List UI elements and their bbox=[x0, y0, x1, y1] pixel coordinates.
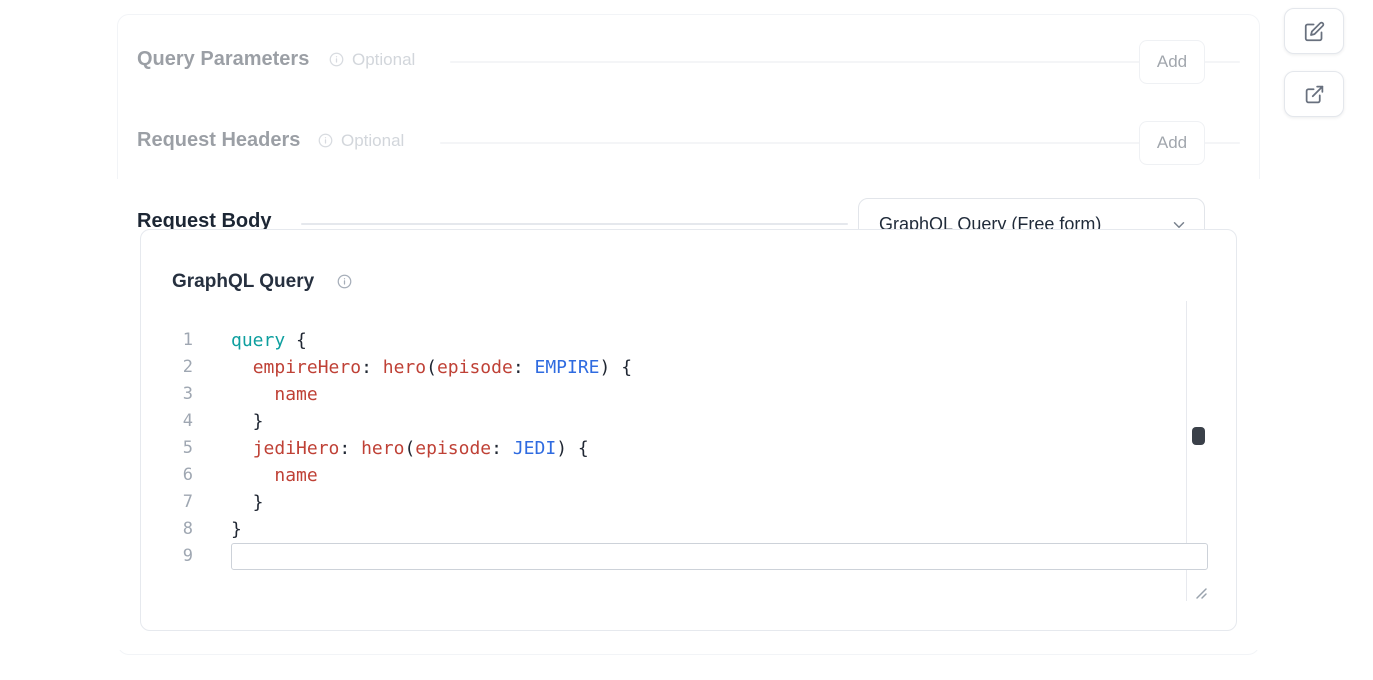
code-token: hero bbox=[383, 357, 426, 378]
line-number: 7 bbox=[149, 489, 193, 516]
code-token: query bbox=[231, 330, 285, 351]
code-token bbox=[231, 384, 274, 405]
code-line-1[interactable]: query { bbox=[231, 327, 1208, 354]
line-number: 8 bbox=[149, 516, 193, 543]
request-body-section: Request Body GraphQL Query (Free form) G… bbox=[117, 179, 1261, 650]
code-line-5[interactable]: jediHero: hero(episode: JEDI) { bbox=[231, 435, 1208, 462]
line-number: 9 bbox=[149, 543, 193, 570]
line-number: 5 bbox=[149, 435, 193, 462]
code-token: episode bbox=[437, 357, 513, 378]
code-token bbox=[231, 438, 253, 459]
line-number: 3 bbox=[149, 381, 193, 408]
code-token: : bbox=[513, 357, 535, 378]
code-token: JEDI bbox=[513, 438, 556, 459]
code-token: : bbox=[491, 438, 513, 459]
code-token: EMPIRE bbox=[535, 357, 600, 378]
code-line-7[interactable]: } bbox=[231, 489, 1208, 516]
code-token: : bbox=[361, 357, 383, 378]
code-line-3[interactable]: name bbox=[231, 381, 1208, 408]
code-token: empireHero bbox=[253, 357, 361, 378]
line-number: 4 bbox=[149, 408, 193, 435]
code-token: hero bbox=[361, 438, 404, 459]
divider bbox=[301, 223, 848, 225]
pencil-square-icon bbox=[1304, 21, 1325, 42]
code-token: } bbox=[231, 519, 242, 540]
code-token: episode bbox=[415, 438, 491, 459]
code-token: } bbox=[231, 492, 264, 513]
code-line-9[interactable] bbox=[231, 543, 1208, 570]
graphql-editor-card: GraphQL Query 123456789 query { empireHe… bbox=[140, 229, 1237, 631]
code-token: name bbox=[274, 384, 317, 405]
code-token: ( bbox=[426, 357, 437, 378]
code-line-6[interactable]: name bbox=[231, 462, 1208, 489]
code-token: name bbox=[274, 465, 317, 486]
edit-button[interactable] bbox=[1284, 8, 1344, 54]
code-line-8[interactable]: } bbox=[231, 516, 1208, 543]
code-token: ) { bbox=[600, 357, 633, 378]
code-token: } bbox=[231, 411, 264, 432]
resize-handle[interactable] bbox=[1193, 585, 1209, 601]
code-token: ( bbox=[404, 438, 415, 459]
line-numbers: 123456789 bbox=[149, 327, 193, 570]
code-token bbox=[231, 357, 253, 378]
external-link-icon bbox=[1304, 84, 1325, 105]
code-token: jediHero bbox=[253, 438, 340, 459]
info-icon bbox=[337, 274, 352, 289]
line-number: 2 bbox=[149, 354, 193, 381]
line-number: 1 bbox=[149, 327, 193, 354]
code-lines[interactable]: query { empireHero: hero(episode: EMPIRE… bbox=[231, 327, 1208, 570]
graphql-query-label: GraphQL Query bbox=[172, 270, 314, 293]
code-token: { bbox=[285, 330, 307, 351]
code-token: : bbox=[339, 438, 361, 459]
code-token bbox=[231, 465, 274, 486]
code-line-2[interactable]: empireHero: hero(episode: EMPIRE) { bbox=[231, 354, 1208, 381]
line-number: 6 bbox=[149, 462, 193, 489]
open-external-button[interactable] bbox=[1284, 71, 1344, 117]
code-line-4[interactable]: } bbox=[231, 408, 1208, 435]
code-token: ) { bbox=[556, 438, 589, 459]
